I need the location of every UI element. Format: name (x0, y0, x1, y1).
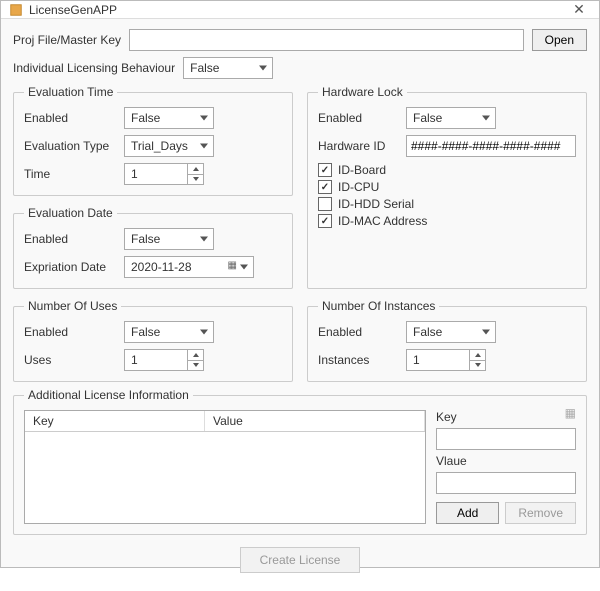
proj-file-label: Proj File/Master Key (13, 33, 121, 47)
instances-spinner[interactable]: 1 (406, 349, 486, 371)
instances-enabled-select[interactable]: False (406, 321, 496, 343)
window-title: LicenseGenAPP (29, 3, 117, 17)
hwlock-enabled-select[interactable]: False (406, 107, 496, 129)
id-cpu-label: ID-CPU (338, 180, 379, 194)
id-hdd-checkbox[interactable] (318, 197, 332, 211)
number-of-uses-group: Number Of Uses Enabled False Uses 1 (13, 299, 293, 382)
evaluation-time-group: Evaluation Time Enabled False Evaluation… (13, 85, 293, 196)
remove-button[interactable]: Remove (505, 502, 576, 524)
chevron-up-icon[interactable] (188, 350, 203, 360)
key-value-list[interactable]: Key Value (24, 410, 426, 524)
chevron-down-icon[interactable] (188, 360, 203, 371)
evaltime-time-spinner[interactable]: 1 (124, 163, 204, 185)
individual-licensing-select[interactable]: False (183, 57, 273, 79)
id-mac-checkbox[interactable] (318, 214, 332, 228)
number-of-instances-group: Number Of Instances Enabled False Instan… (307, 299, 587, 382)
uses-enabled-label: Enabled (24, 325, 116, 339)
instances-enabled-label: Enabled (318, 325, 398, 339)
evaltime-enabled-select[interactable]: False (124, 107, 214, 129)
titlebar: LicenseGenAPP ✕ (1, 1, 599, 19)
evaluation-date-legend: Evaluation Date (24, 206, 117, 220)
uses-spinner[interactable]: 1 (124, 349, 204, 371)
id-cpu-checkbox[interactable] (318, 180, 332, 194)
calendar-icon[interactable]: ▦ (565, 406, 576, 420)
evaldate-enabled-select[interactable]: False (124, 228, 214, 250)
add-button[interactable]: Add (436, 502, 499, 524)
app-window: LicenseGenAPP ✕ Proj File/Master Key Ope… (0, 0, 600, 568)
evaltime-enabled-label: Enabled (24, 111, 116, 125)
id-hdd-label: ID-HDD Serial (338, 197, 414, 211)
additional-license-info-legend: Additional License Information (24, 388, 193, 402)
evaluation-time-legend: Evaluation Time (24, 85, 117, 99)
proj-file-input[interactable] (129, 29, 524, 51)
evaldate-enabled-label: Enabled (24, 232, 116, 246)
key-input[interactable] (436, 428, 576, 450)
evaluation-date-group: Evaluation Date Enabled False Expriation… (13, 206, 293, 289)
hardware-lock-legend: Hardware Lock (318, 85, 407, 99)
value-input[interactable] (436, 472, 576, 494)
uses-enabled-select[interactable]: False (124, 321, 214, 343)
chevron-up-icon[interactable] (188, 164, 203, 174)
chevron-down-icon[interactable] (470, 360, 485, 371)
calendar-icon: ▦ (228, 260, 237, 271)
evaltime-time-label: Time (24, 167, 116, 181)
hwlock-enabled-label: Enabled (318, 111, 398, 125)
number-of-uses-legend: Number Of Uses (24, 299, 121, 313)
uses-label: Uses (24, 353, 116, 367)
value-input-label: Vlaue (436, 454, 576, 468)
expiration-date-picker[interactable]: 2020-11-28▦ (124, 256, 254, 278)
instances-label: Instances (318, 353, 398, 367)
number-of-instances-legend: Number Of Instances (318, 299, 439, 313)
evaltime-type-label: Evaluation Type (24, 139, 116, 153)
key-input-label: Key (436, 410, 576, 424)
additional-license-info-group: Additional License Information Key Value… (13, 388, 587, 535)
id-board-label: ID-Board (338, 163, 386, 177)
key-column-header: Key (25, 411, 205, 431)
chevron-up-icon[interactable] (470, 350, 485, 360)
create-license-button[interactable]: Create License (240, 547, 360, 573)
hwlock-id-input[interactable] (406, 135, 576, 157)
app-icon (9, 3, 23, 17)
close-icon[interactable]: ✕ (565, 1, 593, 18)
hardware-lock-group: Hardware Lock Enabled False Hardware ID … (307, 85, 587, 289)
id-board-checkbox[interactable] (318, 163, 332, 177)
individual-licensing-label: Individual Licensing Behaviour (13, 61, 175, 75)
open-button[interactable]: Open (532, 29, 587, 51)
id-mac-label: ID-MAC Address (338, 214, 427, 228)
evaldate-expiration-label: Expriation Date (24, 260, 116, 274)
value-column-header: Value (205, 411, 425, 431)
chevron-down-icon[interactable] (188, 174, 203, 185)
evaltime-type-select[interactable]: Trial_Days (124, 135, 214, 157)
hwlock-id-label: Hardware ID (318, 139, 398, 153)
